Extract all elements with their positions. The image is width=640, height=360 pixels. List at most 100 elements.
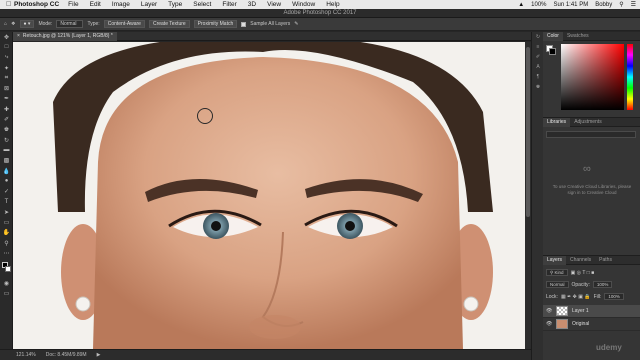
crop-tool-icon[interactable]: ⌗ (0, 73, 13, 83)
tab-libraries[interactable]: Libraries (543, 117, 571, 127)
wifi-icon[interactable]: ▲ (518, 2, 524, 8)
eraser-tool-icon[interactable]: ▬ (0, 145, 13, 155)
mac-menubar:  Photoshop CC File Edit Image Layer Typ… (0, 0, 640, 9)
screen-mode-icon[interactable]: ▭ (0, 289, 13, 299)
pressure-icon[interactable]: ✎ (294, 21, 298, 27)
layer-kind-filter[interactable]: ⚲ Kind (546, 269, 568, 276)
layer-thumbnail (556, 306, 568, 316)
type-label: Type: (87, 21, 100, 27)
proximity-match-button[interactable]: Proximity Match (193, 20, 238, 28)
marquee-tool-icon[interactable]: □ (0, 42, 13, 52)
layer-name[interactable]: Layer 1 (572, 308, 589, 314)
layer-row-original[interactable]: 👁 Original (543, 318, 640, 331)
mode-select[interactable]: Normal (56, 20, 84, 28)
clone-stamp-tool-icon[interactable]: ♚ (0, 125, 13, 135)
menu-type[interactable]: Type (168, 1, 182, 8)
healing-brush-tool-icon[interactable]: ✚ (0, 104, 13, 114)
type-tool-icon[interactable]: T (0, 197, 13, 207)
menu-layer[interactable]: Layer (141, 1, 157, 8)
lasso-tool-icon[interactable]: ⤷ (0, 53, 13, 63)
fill-field[interactable]: 100% (604, 293, 624, 300)
zoom-tool-icon[interactable]: ⚲ (0, 238, 13, 248)
color-panel-tabs: Color Swatches (543, 31, 640, 41)
fill-label: Fill: (593, 293, 602, 300)
tab-adjustments[interactable]: Adjustments (570, 118, 606, 127)
layer-thumbnail (556, 319, 568, 329)
quick-select-tool-icon[interactable]: ✦ (0, 63, 13, 73)
tab-color[interactable]: Color (543, 31, 563, 41)
frame-tool-icon[interactable]: ⊠ (0, 83, 13, 93)
menu-help[interactable]: Help (326, 1, 339, 8)
visibility-eye-icon[interactable]: 👁 (546, 308, 552, 314)
menu-edit[interactable]: Edit (90, 1, 101, 8)
library-dropdown[interactable] (546, 131, 636, 138)
menu-filter[interactable]: Filter (222, 1, 236, 8)
lock-icons[interactable]: ▦ ✒ ✥ ▣ 🔒 (561, 294, 591, 300)
apple-icon[interactable]:  (6, 1, 14, 8)
menu-3d[interactable]: 3D (248, 1, 256, 8)
tab-layers[interactable]: Layers (543, 255, 567, 265)
color-field[interactable] (561, 44, 624, 110)
more-tools-icon[interactable]: ⋯ (0, 248, 13, 258)
background-swatch[interactable] (549, 48, 556, 55)
home-icon[interactable]: ⌂ (4, 21, 7, 27)
layer-filter-row: ⚲ Kind ▣ ◎ T □ ■ (543, 269, 640, 276)
scrollbar-thumb[interactable] (526, 47, 530, 217)
visibility-eye-icon[interactable]: 👁 (546, 321, 552, 327)
history-brush-tool-icon[interactable]: ↻ (0, 135, 13, 145)
app-menu[interactable]: Photoshop CC (14, 1, 59, 8)
document-tab[interactable]: × Retouch.jpg @ 121% (Layer 1, RGB/8) * (13, 32, 117, 41)
libraries-signin-message: To use Creative Cloud Libraries, please … (552, 184, 632, 195)
layer-row-layer-1[interactable]: 👁 Layer 1 (543, 305, 640, 318)
color-panel: Color Swatches (543, 31, 640, 116)
brush-cursor (197, 108, 213, 124)
dodge-tool-icon[interactable]: ● (0, 176, 13, 186)
quick-mask-icon[interactable]: ◉ (0, 279, 13, 289)
lock-label: Lock: (546, 293, 558, 300)
libraries-panel-tabs: Libraries Adjustments (543, 117, 640, 127)
blur-tool-icon[interactable]: 💧 (0, 166, 13, 176)
tab-swatches[interactable]: Swatches (563, 32, 593, 41)
background-color[interactable] (5, 265, 11, 272)
clock[interactable]: Sun 1:41 PM (554, 2, 589, 8)
search-icon[interactable]: ⚲ (619, 1, 623, 8)
sample-all-layers-checkbox[interactable] (241, 21, 247, 27)
menu-view[interactable]: View (267, 1, 281, 8)
zoom-level[interactable]: 121.14% (16, 352, 36, 358)
tab-paths[interactable]: Paths (595, 256, 616, 265)
tools-panel: ✥ □ ⤷ ✦ ⌗ ⊠ ✒ ✚ ✐ ♚ ↻ ▬ ▩ 💧 ● ✓ T ➤ ▭ ✋ … (0, 32, 13, 353)
close-icon[interactable]: × (17, 32, 20, 41)
hue-slider[interactable] (627, 44, 633, 110)
brush-tool-icon[interactable]: ✐ (0, 114, 13, 124)
patch-tool-icon[interactable]: ❖ (11, 21, 15, 27)
tab-channels[interactable]: Channels (566, 256, 595, 265)
menu-list-icon[interactable]: ☰ (631, 1, 636, 8)
status-arrow-icon[interactable]: ▶ (97, 352, 101, 358)
path-select-tool-icon[interactable]: ➤ (0, 207, 13, 217)
eyedropper-tool-icon[interactable]: ✒ (0, 94, 13, 104)
document-image[interactable] (13, 42, 525, 349)
filter-icons[interactable]: ▣ ◎ T □ ■ (571, 270, 595, 276)
menu-select[interactable]: Select (193, 1, 211, 8)
gradient-tool-icon[interactable]: ▩ (0, 156, 13, 166)
blend-mode-select[interactable]: Normal (546, 281, 569, 288)
user-name[interactable]: Bobby (595, 2, 612, 8)
menu-file[interactable]: File (68, 1, 78, 8)
shape-tool-icon[interactable]: ▭ (0, 217, 13, 227)
options-bar: ⌂ ❖ ● ▾ Mode: Normal Type: Content-Aware… (0, 18, 640, 31)
color-swatches[interactable] (546, 45, 556, 55)
brush-preset-picker[interactable]: ● ▾ (19, 20, 35, 28)
battery-level[interactable]: 100% (531, 2, 546, 8)
pen-tool-icon[interactable]: ✓ (0, 186, 13, 196)
opacity-field[interactable]: 100% (592, 281, 613, 288)
color-swatches-icon[interactable] (0, 259, 13, 279)
document-tab-label: Retouch.jpg @ 121% (Layer 1, RGB/8) * (22, 33, 113, 39)
create-texture-button[interactable]: Create Texture (148, 20, 190, 28)
layer-name[interactable]: Original (572, 321, 589, 327)
move-tool-icon[interactable]: ✥ (0, 32, 13, 42)
hand-tool-icon[interactable]: ✋ (0, 228, 13, 238)
canvas-area[interactable] (13, 42, 525, 349)
menu-image[interactable]: Image (112, 1, 130, 8)
content-aware-button[interactable]: Content-Aware (103, 20, 145, 28)
menu-window[interactable]: Window (292, 1, 315, 8)
